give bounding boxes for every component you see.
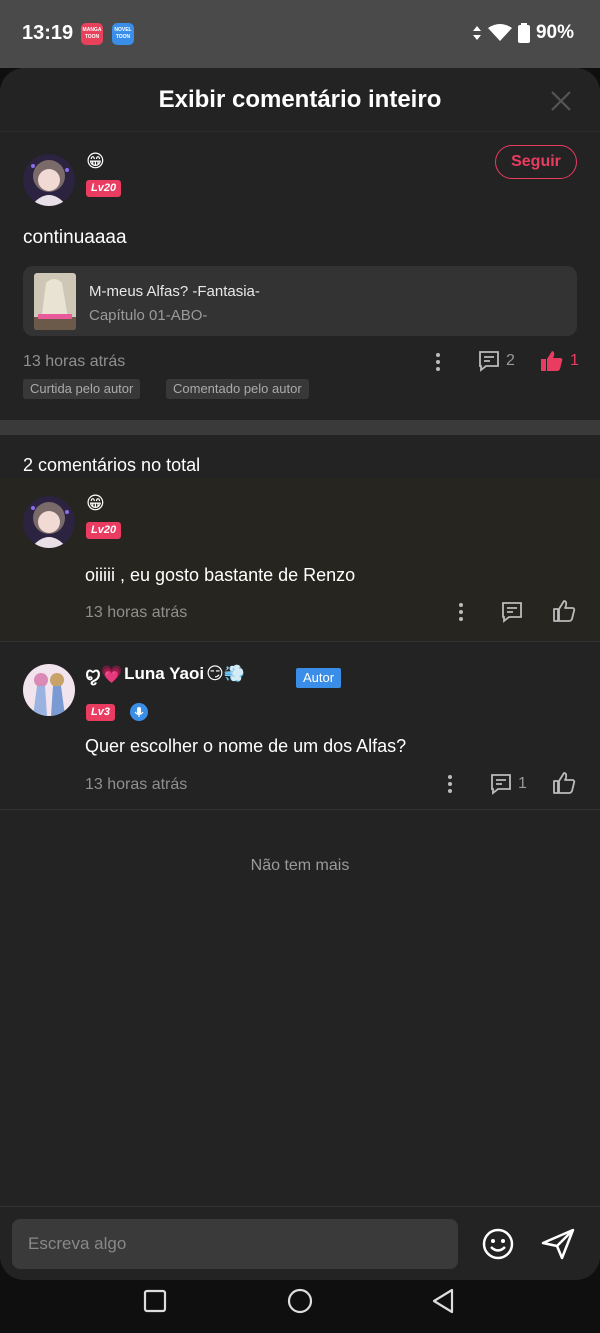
level-badge: Lv20 <box>86 180 122 197</box>
liked-by-author-tag: Curtida pelo autor <box>23 379 141 399</box>
sheet-header: Exibir comentário inteiro <box>0 68 600 132</box>
commented-by-author-tag: Comentado pelo autor <box>166 379 309 399</box>
comment-icon <box>491 774 511 795</box>
reply-text: Quer escolher o nome de um dos Alfas? <box>85 736 407 756</box>
username[interactable]: ꨄ💗 Luna Yaoi 😏💨 <box>85 661 245 686</box>
like-count: 1 <box>570 352 579 369</box>
recent-apps-icon[interactable] <box>140 1286 170 1316</box>
battery-icon <box>517 23 530 43</box>
total-comments-label: 2 comentários no total <box>23 455 201 475</box>
more-options-icon[interactable] <box>447 774 453 794</box>
follow-button[interactable]: Seguir <box>495 145 577 179</box>
main-comment: 😁 Lv20 Seguir continuaaaa M-meus Alfas? … <box>0 132 600 420</box>
work-card[interactable]: M-meus Alfas? -Fantasia- Capítulo 01-ABO… <box>23 266 577 336</box>
username-text: Luna Yaoi <box>124 663 205 683</box>
like-button[interactable]: 1 <box>540 350 579 372</box>
author-badge: Autor <box>296 668 342 688</box>
name-suffix-decoration: 😏💨 <box>206 663 246 683</box>
more-options-icon[interactable] <box>435 352 441 372</box>
status-bar: 13:19 MANGA TOON NOVEL TOON 90% <box>0 0 600 68</box>
reply-text: oiiiii , eu gosto bastante de Renzo <box>85 565 356 585</box>
thumbs-up-filled-icon <box>541 351 563 371</box>
reply-time: 13 horas atrás <box>85 604 188 621</box>
comment-sheet: Exibir comentário inteiro 😁 Lv20 Seguir … <box>0 68 600 1280</box>
comment-icon <box>479 351 499 372</box>
user-emoji: 😁 <box>86 493 105 513</box>
more-options-icon[interactable] <box>458 602 464 622</box>
close-icon[interactable] <box>550 90 572 112</box>
comment-count: 2 <box>506 352 515 369</box>
send-icon[interactable] <box>540 1226 576 1262</box>
reply-item: ꨄ💗 Luna Yaoi 😏💨 Autor Lv3 Quer escolher … <box>0 642 600 810</box>
comment-count-button[interactable]: 1 <box>490 773 527 795</box>
avatar[interactable] <box>23 496 75 548</box>
user-emoji: 😁 <box>86 151 105 171</box>
back-icon[interactable] <box>428 1286 458 1316</box>
emoji-icon[interactable] <box>481 1227 515 1261</box>
reply-item: 😁 Lv20 oiiiii , eu gosto bastante de Ren… <box>0 478 600 642</box>
system-navigation-bar <box>0 1280 600 1333</box>
work-chapter: Capítulo 01-ABO- <box>89 307 208 324</box>
home-icon[interactable] <box>285 1286 315 1316</box>
wifi-icon <box>487 24 512 41</box>
status-time: 13:19 <box>22 22 74 44</box>
battery-percent: 90% <box>535 22 574 43</box>
comment-input-bar: Escreva algo <box>0 1206 600 1280</box>
reply-comment-icon[interactable] <box>501 601 523 623</box>
comment-time: 13 horas atrás <box>23 353 126 370</box>
work-title: M-meus Alfas? -Fantasia- <box>89 283 260 300</box>
thumbs-up-icon[interactable] <box>552 599 576 623</box>
comment-text: continuaaaa <box>23 227 127 248</box>
sheet-title: Exibir comentário inteiro <box>158 86 442 113</box>
data-arrows-icon <box>472 26 481 40</box>
no-more-label: Não tem mais <box>250 857 350 874</box>
avatar[interactable] <box>23 154 75 206</box>
reply-time: 13 horas atrás <box>85 776 188 793</box>
work-cover-image <box>34 273 76 330</box>
comment-input[interactable]: Escreva algo <box>12 1219 458 1269</box>
status-indicators: 90% <box>472 22 574 44</box>
section-divider <box>0 420 600 435</box>
comment-count-button[interactable]: 2 <box>478 350 515 372</box>
mangatoon-app-icon: MANGA TOON <box>81 23 103 45</box>
comment-count: 1 <box>518 775 527 792</box>
thumbs-up-icon[interactable] <box>552 771 576 795</box>
noveltoon-app-icon: NOVEL TOON <box>112 23 134 45</box>
microphone-badge-icon <box>130 703 148 721</box>
avatar[interactable] <box>23 664 75 716</box>
level-badge: Lv20 <box>86 522 122 539</box>
name-prefix-decoration: ꨄ💗 <box>85 665 123 684</box>
level-badge: Lv3 <box>86 704 115 721</box>
